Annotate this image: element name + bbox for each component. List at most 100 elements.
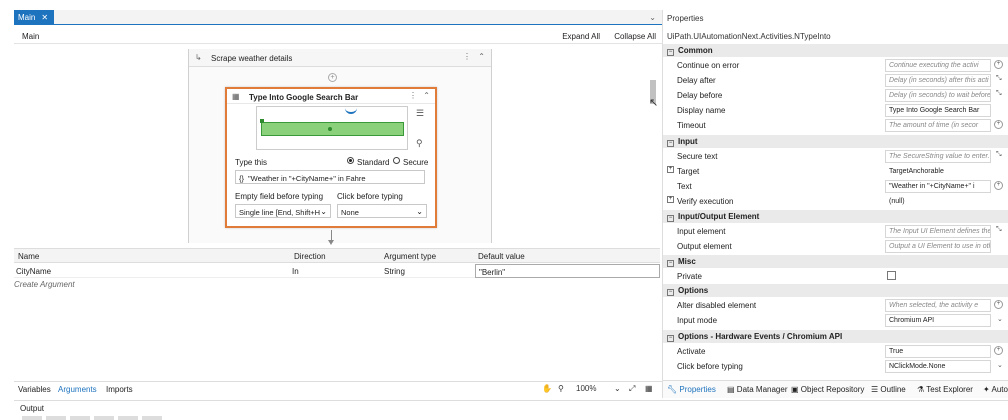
prop-delay-after[interactable]: Delay after Delay (in seconds) after thi… [663, 73, 1008, 88]
expand-editor-icon[interactable]: ⤡ [996, 226, 1004, 235]
tab-object-repository[interactable]: ▣ Object Repository [791, 385, 864, 394]
activity-more-icon[interactable]: ⋮ [409, 91, 417, 100]
prop-value-select[interactable]: NClickMode.None [885, 360, 991, 373]
prop-value-input[interactable]: Delay (in seconds) to wait before [885, 89, 991, 102]
tab-main[interactable]: Main ✕ [14, 10, 54, 25]
collapse-icon[interactable]: ⌃ [478, 52, 485, 61]
activity-collapse-icon[interactable]: ⌃ [423, 91, 430, 100]
table-row[interactable]: CityName In String "Berlin" [14, 264, 660, 278]
prop-secure-text[interactable]: Secure text The SecureString value to en… [663, 149, 1008, 164]
prop-verify-execution[interactable]: + Verify execution (null) [663, 194, 1008, 209]
prop-value-input[interactable]: "Weather in "+CityName+" i [885, 180, 991, 193]
search-icon[interactable]: ⚲ [558, 384, 564, 393]
prop-input-element[interactable]: Input element The Input UI Element defin… [663, 224, 1008, 239]
collapse-icon[interactable]: − [667, 289, 674, 296]
create-argument-link[interactable]: Create Argument [14, 280, 75, 289]
arg-type[interactable]: String [384, 267, 405, 276]
prop-value-input[interactable]: The amount of time (in secor [885, 119, 991, 132]
prop-continue-on-error[interactable]: Continue on error Continue executing the… [663, 58, 1008, 73]
tab-data-manager[interactable]: ▤ Data Manager [727, 385, 788, 394]
prop-alter-disabled[interactable]: Alter disabled element When selected, th… [663, 298, 1008, 313]
expand-editor-icon[interactable]: ⤡ [996, 90, 1004, 99]
breadcrumb-main[interactable]: Main [22, 32, 39, 41]
prop-value-input[interactable]: Delay (in seconds) after this acti [885, 74, 991, 87]
overview-icon[interactable]: ▦ [645, 384, 653, 393]
target-preview[interactable] [256, 106, 408, 150]
prop-display-name[interactable]: Display name Type Into Google Search Bar [663, 103, 1008, 118]
category-common[interactable]: − Common [663, 44, 1008, 57]
expand-icon[interactable]: + [667, 196, 674, 203]
output-filter-button[interactable] [118, 416, 138, 420]
tab-imports[interactable]: Imports [106, 385, 133, 394]
designer-canvas[interactable]: ↳ Scrape weather details ⋮ ⌃ + ▦ Type In… [14, 45, 662, 245]
prop-output-element[interactable]: Output element Output a UI Element to us… [663, 239, 1008, 254]
add-activity-icon[interactable]: + [328, 73, 337, 82]
prop-value-input[interactable]: When selected, the activity e [885, 299, 991, 312]
sequence-container[interactable]: ↳ Scrape weather details ⋮ ⌃ + ▦ Type In… [188, 49, 492, 245]
category-misc[interactable]: − Misc [663, 255, 1008, 268]
type-into-activity[interactable]: ▦ Type Into Google Search Bar ⋮ ⌃ ☰ ⚲ Ty… [225, 87, 437, 228]
prop-click-before[interactable]: Click before typing NClickMode.None ⌄ [663, 359, 1008, 374]
plus-icon[interactable]: + [994, 346, 1003, 355]
prop-value-input[interactable]: The Input UI Element defines the [885, 225, 991, 238]
private-checkbox[interactable] [887, 271, 896, 280]
prop-value-input[interactable]: (null) [885, 195, 991, 208]
expand-icon[interactable]: + [667, 166, 674, 173]
prop-value-input[interactable]: Type Into Google Search Bar [885, 104, 991, 117]
plus-icon[interactable]: + [994, 181, 1003, 190]
arg-name[interactable]: CityName [16, 267, 51, 276]
prop-activate[interactable]: Activate True + [663, 344, 1008, 359]
pan-icon[interactable]: ✋ [542, 384, 552, 393]
tab-test-explorer[interactable]: ⚗ Test Explorer [917, 385, 973, 394]
fit-screen-icon[interactable]: ⤢ [629, 384, 635, 394]
collapse-icon[interactable]: − [667, 215, 674, 222]
collapse-icon[interactable]: − [667, 140, 674, 147]
output-filter-button[interactable] [22, 416, 42, 420]
prop-value-input[interactable]: Continue executing the activi [885, 59, 991, 72]
click-before-select[interactable]: None ⌄ [337, 204, 427, 218]
prop-value-input[interactable]: The SecureString value to enter. [885, 150, 991, 163]
arg-default-input[interactable]: "Berlin" [475, 264, 660, 278]
prop-target[interactable]: + Target TargetAnchorable [663, 164, 1008, 179]
plus-icon[interactable]: + [994, 120, 1003, 129]
output-filter-button[interactable] [46, 416, 66, 420]
radio-standard[interactable] [347, 157, 354, 164]
prop-value-select[interactable]: Chromium API [885, 314, 991, 327]
more-options-icon[interactable]: ⋮ [463, 52, 471, 61]
category-io[interactable]: − Input/Output Element [663, 210, 1008, 223]
category-options[interactable]: − Options [663, 284, 1008, 297]
prop-private[interactable]: Private [663, 269, 1008, 284]
tab-auto[interactable]: ✦ Auto [983, 385, 1008, 394]
prop-value-input[interactable]: Output a UI Element to use in other [885, 240, 991, 253]
chevron-down-icon[interactable]: ⌄ [614, 384, 621, 393]
category-input[interactable]: − Input [663, 135, 1008, 148]
menu-icon[interactable]: ☰ [416, 108, 424, 119]
arg-direction[interactable]: In [292, 267, 299, 276]
expand-editor-icon[interactable]: ⤡ [996, 75, 1004, 84]
zoom-level[interactable]: 100% [576, 384, 596, 393]
output-label[interactable]: Output [20, 404, 44, 413]
close-icon[interactable]: ✕ [41, 13, 48, 22]
tab-properties[interactable]: 🔧︎ Properties [667, 385, 716, 394]
category-hardware-events[interactable]: − Options - Hardware Events / Chromium AP… [663, 330, 1008, 343]
expand-editor-icon[interactable]: ⤡ [996, 151, 1004, 160]
activity-header[interactable]: ▦ Type Into Google Search Bar ⋮ ⌃ [227, 89, 435, 104]
chevron-down-icon[interactable]: ⌄ [997, 361, 1005, 370]
text-input[interactable]: {} "Weather in "+CityName+" in Fahre [235, 170, 425, 184]
sequence-header[interactable]: ↳ Scrape weather details ⋮ ⌃ [189, 49, 491, 67]
prop-text[interactable]: Text "Weather in "+CityName+" i + [663, 179, 1008, 194]
zoom-icon[interactable]: ⚲ [416, 138, 423, 149]
radio-secure[interactable] [393, 157, 400, 164]
output-filter-button[interactable] [70, 416, 90, 420]
tab-outline[interactable]: ☰ Outline [871, 385, 906, 394]
expand-all-button[interactable]: Expand All [562, 32, 600, 41]
collapse-icon[interactable]: − [667, 335, 674, 342]
collapse-icon[interactable]: − [667, 49, 674, 56]
collapse-all-button[interactable]: Collapse All [614, 32, 656, 41]
prop-delay-before[interactable]: Delay before Delay (in seconds) to wait … [663, 88, 1008, 103]
plus-icon[interactable]: + [994, 60, 1003, 69]
output-filter-button[interactable] [142, 416, 162, 420]
prop-input-mode[interactable]: Input mode Chromium API ⌄ [663, 313, 1008, 328]
prop-timeout[interactable]: Timeout The amount of time (in secor + [663, 118, 1008, 133]
tab-variables[interactable]: Variables [18, 385, 51, 394]
